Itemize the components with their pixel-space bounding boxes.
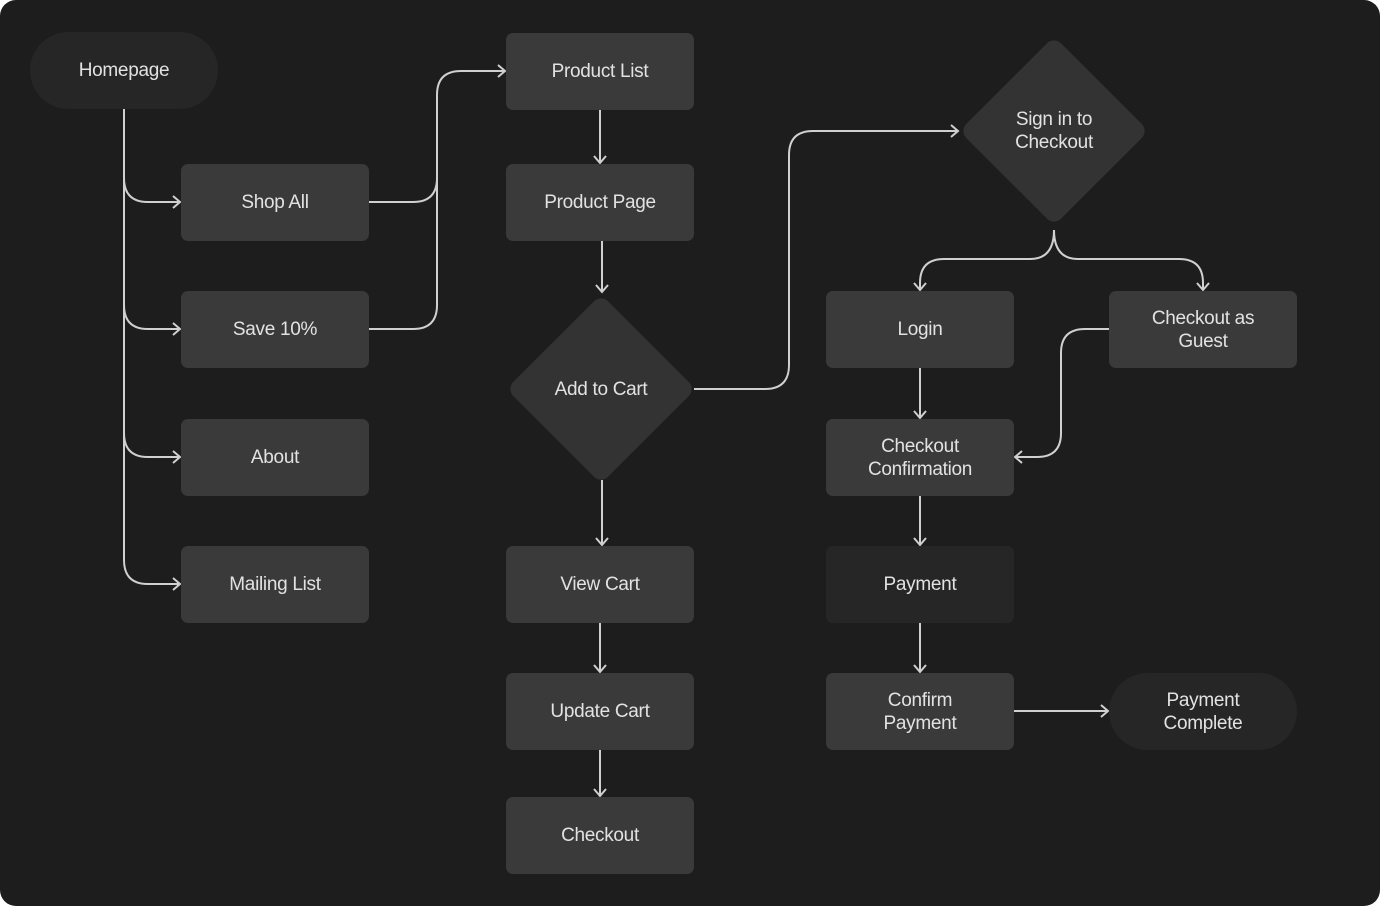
node-shop-all[interactable]: Shop All [181, 164, 369, 241]
node-mailing-list[interactable]: Mailing List [181, 546, 369, 623]
node-label: Homepage [78, 60, 170, 81]
node-label: Add to Cart [554, 378, 648, 400]
node-checkout-as-guest[interactable]: Checkout as Guest [1109, 291, 1297, 368]
node-confirm-payment[interactable]: Confirm Payment [826, 673, 1014, 750]
node-payment[interactable]: Payment [826, 546, 1014, 623]
node-label: Update Cart [550, 701, 650, 722]
node-checkout[interactable]: Checkout [506, 797, 694, 874]
node-label: Mailing List [229, 574, 321, 595]
node-view-cart[interactable]: View Cart [506, 546, 694, 623]
node-label: Payment Complete [1163, 689, 1243, 734]
edge-sign-in-guest [1053, 229, 1210, 292]
node-save-10[interactable]: Save 10% [181, 291, 369, 368]
edge-sign-in-login [913, 229, 1055, 292]
node-product-page[interactable]: Product Page [506, 164, 694, 241]
node-label: Product List [551, 61, 649, 82]
node-label: Save 10% [232, 319, 318, 340]
node-label: Login [897, 319, 943, 340]
node-label: Checkout Confirmation [867, 435, 973, 480]
edge-homepage-shop-all [123, 177, 182, 209]
node-label: Checkout as Guest [1151, 307, 1255, 352]
edge-homepage-trunk [123, 109, 182, 591]
node-label: Sign in to Checkout [1015, 109, 1093, 153]
node-homepage[interactable]: Homepage [30, 32, 218, 109]
node-sign-in-decision[interactable]: Sign in to Checkout [959, 36, 1149, 226]
edge-homepage-save-10 [123, 304, 182, 336]
edge-save-10-product-list [369, 178, 438, 330]
node-label: About [250, 447, 300, 468]
node-label: Checkout [561, 825, 639, 846]
node-label: Product Page [544, 192, 656, 213]
flowchart-canvas: Homepage Shop All Save 10% About Mailing… [0, 0, 1380, 906]
node-login[interactable]: Login [826, 291, 1014, 368]
node-payment-complete[interactable]: Payment Complete [1109, 673, 1297, 750]
node-product-list[interactable]: Product List [506, 33, 694, 110]
node-label: Shop All [241, 192, 309, 213]
edge-homepage-about [123, 432, 182, 464]
node-about[interactable]: About [181, 419, 369, 496]
node-label: Payment [883, 574, 957, 595]
node-add-to-cart-decision[interactable]: Add to Cart [506, 294, 696, 484]
node-label: Confirm Payment [883, 689, 957, 734]
node-update-cart[interactable]: Update Cart [506, 673, 694, 750]
node-label: View Cart [560, 574, 640, 595]
node-checkout-confirmation[interactable]: Checkout Confirmation [826, 419, 1014, 496]
edge-guest-confirmation [1013, 328, 1109, 464]
